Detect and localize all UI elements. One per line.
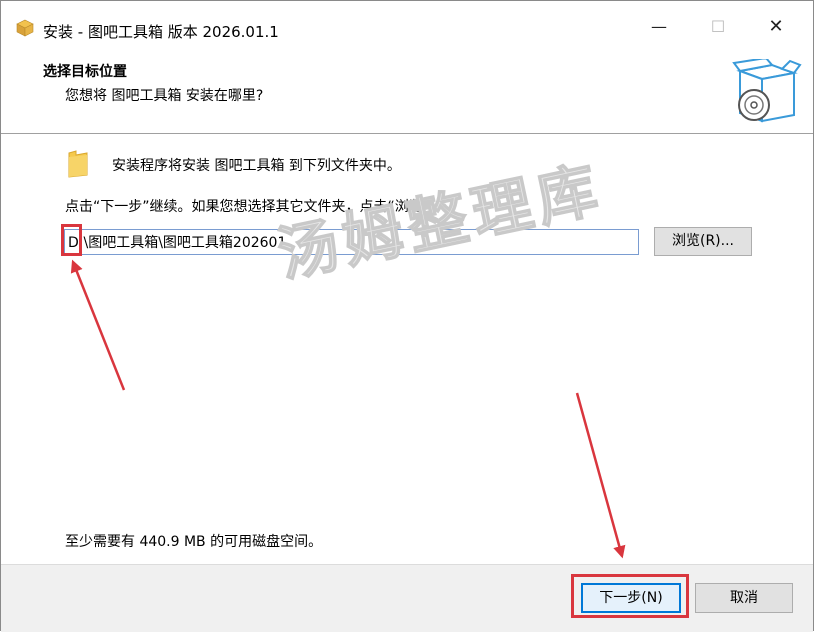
- browse-button[interactable]: 浏览(R)...: [654, 227, 752, 256]
- installer-window: 安装 - 图吧工具箱 版本 2026.01.1 — ☐ ✕ 选择目标位置 您想将…: [0, 0, 814, 632]
- minimize-button[interactable]: —: [636, 13, 682, 41]
- window-title: 安装 - 图吧工具箱 版本 2026.01.1: [43, 23, 279, 41]
- cancel-button[interactable]: 取消: [695, 583, 793, 613]
- maximize-button[interactable]: ☐: [695, 13, 741, 41]
- header-divider: [1, 133, 813, 134]
- footer-bar: [1, 564, 813, 632]
- package-icon: [16, 19, 34, 37]
- next-button-highlight: [571, 574, 689, 618]
- page-title: 选择目标位置: [43, 64, 127, 80]
- close-button[interactable]: ✕: [753, 13, 799, 41]
- disk-space-text: 至少需要有 440.9 MB 的可用磁盘空间。: [65, 534, 323, 550]
- header-panel: 选择目标位置 您想将 图吧工具箱 安装在哪里?: [1, 41, 813, 133]
- page-subtitle: 您想将 图吧工具箱 安装在哪里?: [65, 88, 264, 104]
- install-intro-text: 安装程序将安装 图吧工具箱 到下列文件夹中。: [112, 158, 401, 174]
- drive-letter-highlight: [61, 224, 82, 256]
- title-bar[interactable]: 安装 - 图吧工具箱 版本 2026.01.1 — ☐ ✕: [1, 1, 813, 41]
- box-with-disc-icon: [732, 59, 802, 123]
- folder-icon: [68, 150, 88, 178]
